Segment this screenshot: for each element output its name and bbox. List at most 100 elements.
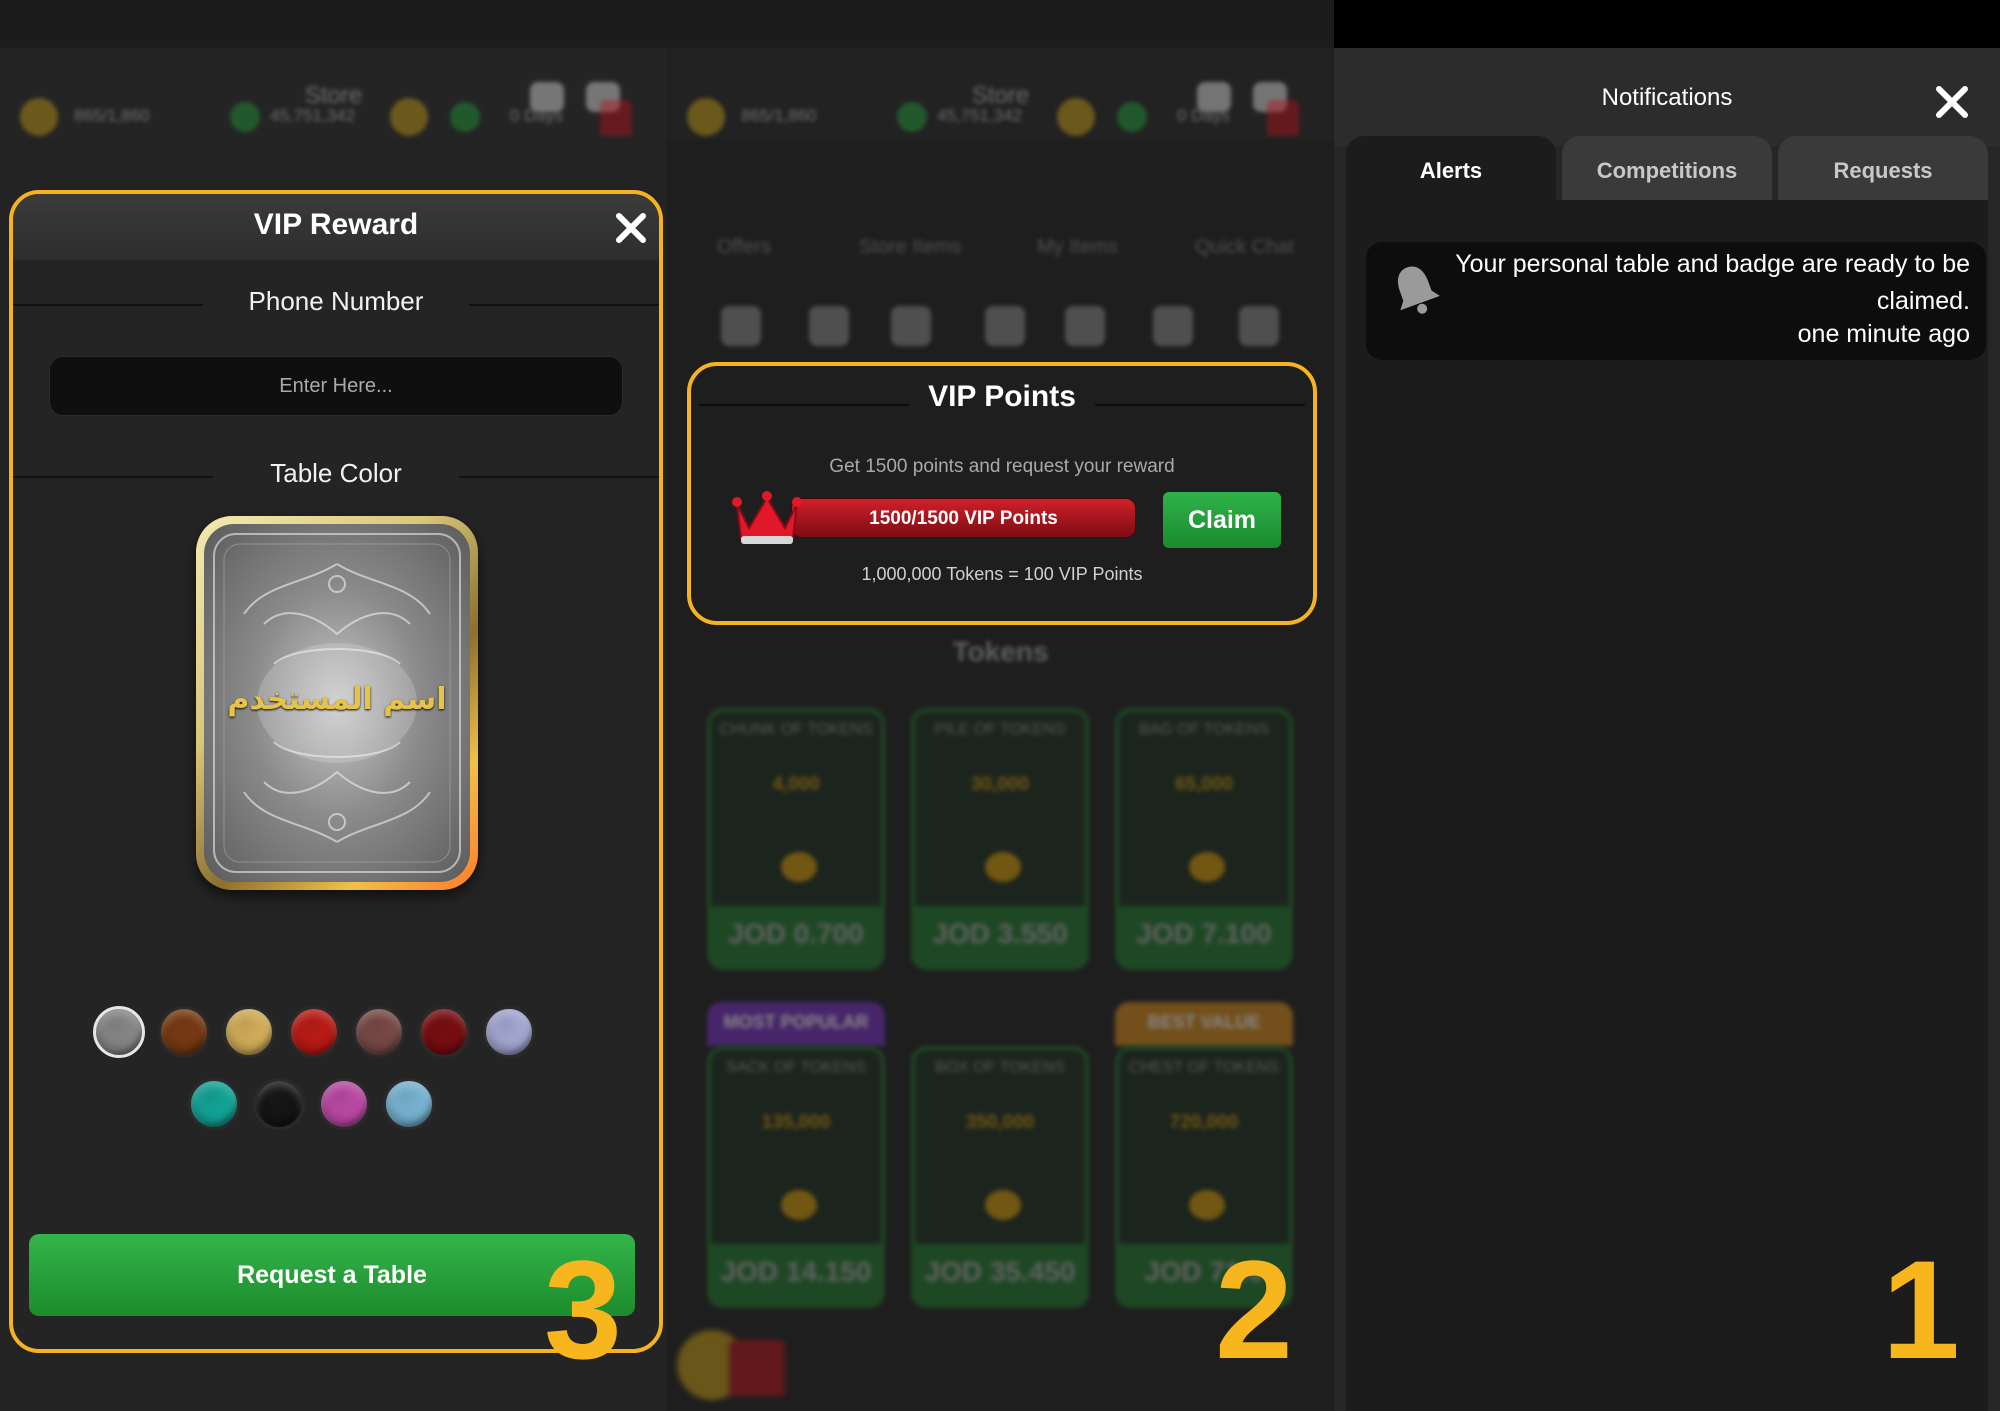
- package-amount: 4,000: [772, 774, 820, 795]
- claim-button[interactable]: Claim: [1163, 492, 1281, 548]
- top-bar: [1334, 0, 2000, 48]
- top-bar: [0, 0, 667, 48]
- package-badge: MOST POPULAR: [707, 1002, 885, 1046]
- tab-offers[interactable]: Offers: [717, 236, 771, 259]
- notifications-header: Notifications: [1334, 48, 2000, 146]
- package-name: PILE OF TOKENS: [934, 721, 1066, 738]
- token-package-card[interactable]: CHUNK OF TOKENS 4,000 JOD 0.700: [707, 708, 885, 970]
- step-number-3: 3: [544, 1231, 622, 1388]
- stats-bar: 865/1,860 45,751,342 0 Days: [687, 96, 1314, 138]
- package-badge: BEST VALUE: [1115, 1002, 1293, 1046]
- package-price: JOD 35.450: [915, 1244, 1085, 1304]
- add-tokens-icon: [230, 102, 260, 132]
- add-vip-icon: [1117, 102, 1147, 132]
- tokens-pile-icon: [985, 852, 1021, 882]
- vip-days-text: 0 Days: [1177, 106, 1230, 125]
- token-package-card[interactable]: PILE OF TOKENS 30,000 JOD 3.550: [911, 708, 1089, 970]
- tokens-pile-icon: [1189, 852, 1225, 882]
- color-swatch-11[interactable]: [383, 1078, 435, 1130]
- color-swatch-4[interactable]: [288, 1006, 340, 1058]
- bell-icon: [1397, 266, 1440, 314]
- vip-coin-icon: [1057, 98, 1095, 136]
- phone-input[interactable]: [49, 356, 623, 416]
- phone-label: Phone Number: [248, 286, 424, 316]
- vip-conversion-note: 1,000,000 Tokens = 100 VIP Points: [861, 564, 1143, 584]
- rocket-category-icon[interactable]: [1065, 306, 1105, 346]
- top-bar: [667, 0, 1334, 48]
- cards-category-icon[interactable]: [1239, 306, 1279, 346]
- crown-category-icon[interactable]: [891, 306, 931, 346]
- tokens-pile-icon: [1189, 1190, 1225, 1220]
- fez-icon: [1267, 100, 1299, 136]
- package-amount: 65,000: [1174, 774, 1234, 795]
- package-price: JOD 0.700: [711, 906, 881, 966]
- package-name: CHEST OF TOKENS: [1128, 1059, 1280, 1076]
- modal-title: VIP Reward: [253, 208, 419, 241]
- fez-icon: [600, 100, 632, 136]
- tab-competitions[interactable]: Competitions: [1562, 136, 1772, 202]
- vip-coin-icon: [390, 98, 428, 136]
- add-tokens-icon: [897, 102, 927, 132]
- vip-points-box: VIP Points Get 1500 points and request y…: [687, 362, 1317, 625]
- tab-requests[interactable]: Requests: [1778, 136, 1988, 202]
- coin-category-icon[interactable]: [1153, 306, 1193, 346]
- color-swatch-5[interactable]: [353, 1006, 405, 1058]
- store-tabs: Offers Store Items My Items Quick Chat: [667, 236, 1334, 266]
- step-number-1: 1: [1882, 1231, 1960, 1388]
- table-category-icon[interactable]: [985, 306, 1025, 346]
- category-icons: [667, 306, 1334, 356]
- color-swatch-3[interactable]: [223, 1006, 275, 1058]
- notifications-title: Notifications: [1601, 84, 1733, 111]
- color-swatch-2[interactable]: [158, 1006, 210, 1058]
- close-icon[interactable]: [613, 210, 649, 246]
- level-icon: [687, 98, 725, 136]
- notification-message: Your personal table and badge are ready …: [1455, 250, 1970, 315]
- vip-reward-modal: VIP Reward Phone Number Table Color: [9, 190, 663, 1353]
- modal-header: VIP Reward: [13, 194, 659, 260]
- token-package-card[interactable]: BOX OF TOKENS 350,000 JOD 35.450: [911, 1046, 1089, 1308]
- close-icon[interactable]: [1932, 82, 1972, 122]
- crown-icon: [732, 491, 802, 544]
- vip-points-subtitle: Get 1500 points and request your reward: [829, 456, 1175, 477]
- xp-text: 865/1,860: [741, 106, 817, 125]
- vip-progress-label: 1500/1500 VIP Points: [869, 508, 1058, 529]
- package-name: BAG OF TOKENS: [1138, 721, 1270, 738]
- table-username-text: اسم المستخدم: [227, 682, 447, 717]
- token-package-card[interactable]: SACK OF TOKENS 135,000 JOD 14.150: [707, 1046, 885, 1308]
- package-price: JOD 7.100: [1119, 906, 1289, 966]
- color-swatch-10[interactable]: [318, 1078, 370, 1130]
- vip-progress-bar: 1500/1500 VIP Points: [791, 498, 1136, 538]
- color-swatch-9[interactable]: [253, 1078, 305, 1130]
- package-name: SACK OF TOKENS: [726, 1059, 866, 1076]
- level-icon: [20, 98, 58, 136]
- color-swatch-8[interactable]: [188, 1078, 240, 1130]
- tab-store-items[interactable]: Store Items: [859, 236, 961, 259]
- package-amount: 30,000: [970, 774, 1030, 795]
- table-color-section-header: Table Color: [13, 456, 659, 496]
- package-price: JOD 3.550: [915, 906, 1085, 966]
- package-amount: 350,000: [965, 1112, 1035, 1133]
- vip-days-text: 0 Days: [510, 106, 563, 125]
- store-panel: Store 865/1,860 45,751,342 0 Days Offers…: [667, 0, 1334, 1411]
- notification-time: one minute ago: [1797, 320, 1970, 348]
- tab-my-items[interactable]: My Items: [1037, 236, 1118, 259]
- notification-item[interactable]: Your personal table and badge are ready …: [1366, 242, 1986, 360]
- tokens-heading: Tokens: [952, 636, 1049, 667]
- notifications-panel: Notifications Alerts Competitions Reques…: [1334, 0, 2000, 1411]
- package-price: JOD 14.150: [711, 1244, 881, 1304]
- bottom-fez-icon: [729, 1340, 785, 1396]
- chips-category-icon[interactable]: [809, 306, 849, 346]
- color-swatch-7[interactable]: [483, 1006, 535, 1058]
- step-number-2: 2: [1215, 1231, 1293, 1388]
- token-package-card[interactable]: BAG OF TOKENS 65,000 JOD 7.100: [1115, 708, 1293, 970]
- package-amount: 720,000: [1169, 1112, 1239, 1133]
- color-swatch-6[interactable]: [418, 1006, 470, 1058]
- add-vip-icon: [450, 102, 480, 132]
- tab-alerts[interactable]: Alerts: [1346, 136, 1556, 202]
- avatar-category-icon[interactable]: [721, 306, 761, 346]
- notifications-list: Your personal table and badge are ready …: [1346, 200, 1988, 1411]
- phone-section-header: Phone Number: [13, 284, 659, 324]
- table-preview-inner: اسم المستخدم: [204, 524, 470, 882]
- color-swatch-1[interactable]: [93, 1006, 145, 1058]
- tab-quick-chat[interactable]: Quick Chat: [1195, 236, 1294, 259]
